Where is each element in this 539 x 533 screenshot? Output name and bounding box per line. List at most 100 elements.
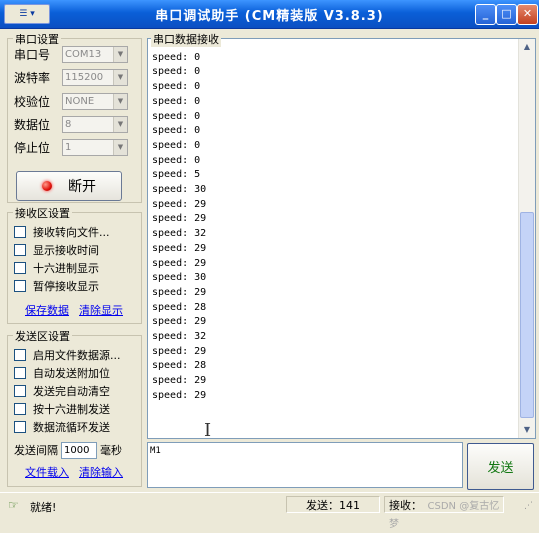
send-interval-unit: 毫秒	[100, 444, 122, 457]
send-interval-label: 发送间隔	[14, 444, 58, 457]
window-title: 串口调试助手 (CM精装版 V3.8.3)	[155, 9, 384, 24]
minimize-button[interactable]: _	[475, 4, 496, 25]
receive-line: speed: 0	[152, 110, 201, 122]
loop-send-label: 数据流循环发送	[33, 421, 110, 434]
parity-row: 校验位 NONE ▼	[14, 92, 128, 110]
auto-clear-checkbox[interactable]: 发送完自动清空	[14, 383, 110, 399]
chevron-down-icon[interactable]: ▼	[113, 46, 127, 62]
data-bits-row: 数据位 8 ▼	[14, 115, 128, 133]
send-button[interactable]: 发送	[467, 443, 534, 490]
auto-append-checkbox[interactable]: 自动发送附加位	[14, 365, 110, 381]
chevron-down-icon[interactable]: ▼	[113, 139, 127, 155]
checkbox-icon[interactable]	[14, 349, 26, 361]
pause-display-checkbox[interactable]: 暂停接收显示	[14, 278, 99, 294]
chevron-down-icon[interactable]: ▼	[113, 116, 127, 132]
baud-rate-row: 波特率 115200 ▼	[14, 68, 128, 86]
file-source-checkbox[interactable]: 启用文件数据源...	[14, 347, 121, 363]
close-button[interactable]: ✕	[517, 4, 538, 25]
baud-rate-label: 波特率	[14, 70, 51, 85]
stop-bits-label: 停止位	[14, 140, 51, 155]
data-bits-select[interactable]: 8 ▼	[62, 115, 128, 133]
port-number-select[interactable]: COM13 ▼	[62, 45, 128, 63]
receive-line: speed: 32	[152, 331, 207, 343]
receive-line: speed: 0	[152, 125, 201, 137]
checkbox-icon[interactable]	[14, 367, 26, 379]
receive-line: speed: 29	[152, 286, 207, 298]
recv-to-file-label: 接收转向文件...	[33, 226, 110, 239]
auto-append-label: 自动发送附加位	[33, 367, 110, 380]
status-bar: ☞ 就绪! 发送：141 接收： CSDN @复古忆梦 ⋰	[0, 492, 539, 530]
scroll-thumb[interactable]	[520, 212, 534, 418]
data-bits-label: 数据位	[14, 117, 51, 132]
loop-send-checkbox[interactable]: 数据流循环发送	[14, 419, 110, 435]
checkbox-icon[interactable]	[14, 280, 26, 292]
recv-count-label: 接收：	[389, 499, 422, 512]
receive-line: speed: 29	[152, 213, 207, 225]
load-file-link[interactable]: 文件载入	[25, 464, 69, 480]
parity-label: 校验位	[14, 94, 51, 109]
clear-display-link[interactable]: 清除显示	[79, 302, 123, 318]
parity-select[interactable]: NONE ▼	[62, 92, 128, 110]
connect-toggle-button[interactable]: 断开	[16, 171, 122, 201]
checkbox-icon[interactable]	[14, 421, 26, 433]
chevron-down-icon[interactable]: ▼	[113, 93, 127, 109]
hex-send-label: 按十六进制发送	[33, 403, 110, 416]
receive-log: speed: 0 speed: 0 speed: 0 speed: 0 speed: 0…	[152, 39, 207, 404]
receive-line: speed: 29	[152, 389, 207, 401]
port-number-row: 串口号 COM13 ▼	[14, 45, 128, 63]
receive-line: speed: 0	[152, 81, 201, 93]
send-interval-row: 发送间隔 1000 毫秒	[14, 441, 122, 459]
checkbox-icon[interactable]	[14, 262, 26, 274]
port-number-value: COM13	[65, 48, 102, 60]
recv-count: 接收： CSDN @复古忆梦	[384, 496, 504, 530]
save-data-link[interactable]: 保存数据	[25, 302, 69, 318]
checkbox-icon[interactable]	[14, 385, 26, 397]
receive-settings-group: 接收区设置 接收转向文件... 显示接收时间 十六进制显示 暂停接收显示 保存数…	[7, 205, 142, 324]
receive-line: speed: 29	[152, 345, 207, 357]
hex-display-checkbox[interactable]: 十六进制显示	[14, 260, 99, 276]
receive-scrollbar[interactable]: ▲ ▼	[518, 39, 535, 438]
receive-line: speed: 28	[152, 301, 207, 313]
recv-to-file-checkbox[interactable]: 接收转向文件...	[14, 224, 110, 240]
scroll-up-icon[interactable]: ▲	[519, 39, 535, 55]
checkbox-icon[interactable]	[14, 244, 26, 256]
parity-value: NONE	[65, 95, 95, 107]
receive-line: speed: 29	[152, 198, 207, 210]
stop-bits-select[interactable]: 1 ▼	[62, 138, 128, 156]
maximize-button[interactable]: □	[496, 4, 517, 25]
send-interval-input[interactable]: 1000	[61, 441, 97, 459]
receive-line: speed: 0	[152, 51, 201, 63]
receive-line: speed: 0	[152, 66, 201, 78]
checkbox-icon[interactable]	[14, 226, 26, 238]
file-source-label: 启用文件数据源...	[33, 349, 121, 362]
show-recv-time-checkbox[interactable]: 显示接收时间	[14, 242, 99, 258]
port-number-label: 串口号	[14, 47, 51, 62]
hex-send-checkbox[interactable]: 按十六进制发送	[14, 401, 110, 417]
receive-line: speed: 5	[152, 169, 201, 181]
send-input[interactable]: M1	[147, 442, 463, 488]
baud-rate-select[interactable]: 115200 ▼	[62, 68, 128, 86]
chevron-down-icon[interactable]: ▼	[113, 69, 127, 85]
text-cursor-icon: I	[204, 420, 212, 441]
port-settings-group: 串口设置 串口号 COM13 ▼ 波特率 115200 ▼ 校验位 NONE ▼ 数据…	[7, 31, 142, 203]
receive-line: speed: 30	[152, 184, 207, 196]
status-icon: ☞	[8, 498, 19, 512]
auto-clear-label: 发送完自动清空	[33, 385, 110, 398]
resize-grip-icon[interactable]: ⋰	[524, 501, 533, 511]
receive-area-title: 串口数据接收	[151, 31, 221, 47]
send-settings-title: 发送区设置	[13, 328, 72, 344]
receive-line: speed: 0	[152, 154, 201, 166]
clear-input-link[interactable]: 清除输入	[79, 464, 123, 480]
stop-bits-value: 1	[65, 141, 72, 153]
baud-rate-value: 115200	[65, 71, 104, 83]
receive-textarea[interactable]: speed: 0 speed: 0 speed: 0 speed: 0 speed: 0…	[147, 38, 536, 439]
hex-display-label: 十六进制显示	[33, 262, 99, 275]
receive-line: speed: 29	[152, 375, 207, 387]
receive-line: speed: 29	[152, 316, 207, 328]
checkbox-icon[interactable]	[14, 403, 26, 415]
receive-line: speed: 29	[152, 242, 207, 254]
pause-display-label: 暂停接收显示	[33, 280, 99, 293]
scroll-down-icon[interactable]: ▼	[519, 422, 535, 438]
receive-line: speed: 0	[152, 139, 201, 151]
data-bits-value: 8	[65, 118, 72, 130]
